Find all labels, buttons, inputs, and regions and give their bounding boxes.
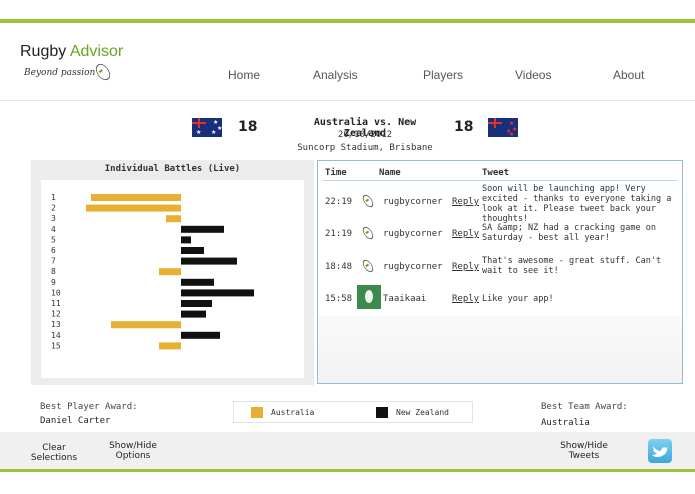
bar-new-zealand-14[interactable] [181,331,220,339]
legend-label-new-zealand: New Zealand [396,408,449,417]
tweet-text: Soon will be launching app! Very excited… [482,184,672,224]
tweets-header-tweet: Tweet [482,168,510,178]
tick-label-player-8: 8 [51,267,56,276]
tweet-time: 18:48 [325,262,353,272]
tick-label-player-10: 10 [51,288,61,297]
nav-videos[interactable]: Videos [515,68,551,82]
battles-panel: Individual Battles (Live) 1 2 3 4 5 6 7 8 9 10 11 1… [31,160,314,385]
rugby-ball-icon [360,258,376,274]
tweet-text: That's awesome - great stuff. Can't wait… [482,256,662,276]
bar-new-zealand-4[interactable] [181,225,224,233]
best-team-label: Best Team Award: [541,402,628,412]
tweets-panel: Time Name Tweet 22:19 rugbycorner Reply … [317,160,683,384]
nav-home[interactable]: Home [228,68,260,82]
brand-name-second: Advisor [69,43,124,60]
show-hide-options-label: Show/Hide [109,441,157,451]
tweet-author[interactable]: rugbycorner [383,197,443,207]
tick-label-player-15: 15 [51,341,61,350]
bar-new-zealand-10[interactable] [181,289,254,297]
tick-label-player-12: 12 [51,310,61,319]
tweet-author[interactable]: rugbycorner [383,229,443,239]
bar-new-zealand-7[interactable] [181,257,237,265]
tweet-time: 21:19 [325,229,353,239]
tweet-text: Like your app! [482,294,554,304]
australia-flag-icon: ★ ★ ★ ★ [192,118,222,137]
chart-legend: Australia New Zealand [233,401,473,423]
best-player-value: Daniel Carter [40,416,111,426]
legend-swatch-australia [251,407,263,418]
bar-australia-3[interactable] [166,215,181,223]
legend-label-australia: Australia [271,408,315,417]
tweet-text: SA &amp; NZ had a cracking game on Satur… [482,223,656,243]
bar-new-zealand-5[interactable] [181,236,191,244]
match-date: 20/10/2012 [337,130,393,140]
tick-label-player-11: 11 [51,299,61,308]
show-hide-options-button[interactable]: Show/Hide Options [103,441,163,461]
clear-selections-button[interactable]: Clear Selections [26,443,82,463]
bar-australia-8[interactable] [159,268,181,276]
show-hide-options-label-2: Options [115,451,151,461]
bar-australia-2[interactable] [86,204,181,212]
footer-accent-bar [0,469,695,472]
bar-new-zealand-12[interactable] [181,310,206,318]
tweet-time: 22:19 [325,197,353,207]
show-hide-tweets-label: Show/Hide [560,441,608,451]
tweet-author[interactable]: rugbycorner [383,262,443,272]
bar-new-zealand-9[interactable] [181,278,214,286]
tick-label-player-2: 2 [51,204,56,213]
rugby-ball-icon [360,225,376,241]
battles-title: Individual Battles (Live) [104,164,241,174]
tick-label-player-9: 9 [51,278,56,287]
brand-name-first: Rugby [20,43,67,60]
bar-new-zealand-11[interactable] [181,300,212,307]
tick-label-player-6: 6 [51,246,56,255]
tick-label-player-7: 7 [51,257,56,266]
reply-link[interactable]: Reply [452,262,479,272]
reply-link[interactable]: Reply [452,229,479,239]
tweet-author[interactable]: Taaikaai [383,294,426,304]
clear-selections-label-2: Selections [30,453,78,463]
nav-analysis[interactable]: Analysis [313,68,358,82]
reply-link[interactable]: Reply [452,294,479,304]
bar-new-zealand-6[interactable] [181,247,204,254]
brand-logo[interactable]: Rugby Advisor [20,43,123,61]
show-hide-tweets-button[interactable]: Show/Hide Tweets [554,441,614,461]
legend-swatch-new-zealand [376,407,388,418]
bar-australia-15[interactable] [159,342,181,350]
battles-chart-svg: 123456789101112131415 [51,193,254,350]
tick-label-player-13: 13 [51,320,61,329]
nav-about[interactable]: About [613,68,644,82]
tick-label-player-5: 5 [51,235,56,244]
bar-australia-13[interactable] [111,321,181,329]
rugby-ball-icon [93,61,113,83]
tick-label-player-3: 3 [51,214,56,223]
new-zealand-flag-icon: ★ ★ ★ ★ [488,118,518,137]
tweets-header-time: Time [325,168,347,178]
rugby-ball-icon [360,193,376,209]
battles-chart: 1 2 3 4 5 6 7 8 9 10 11 12 13 14 15 [41,180,304,378]
best-team-value: Australia [541,418,590,428]
reply-link[interactable]: Reply [452,197,479,207]
best-player-label: Best Player Award: [40,402,138,412]
bar-australia-1[interactable] [91,194,181,201]
nav-players[interactable]: Players [423,68,463,82]
home-score: 18 [238,119,258,135]
away-score: 18 [454,119,474,135]
tick-label-player-1: 1 [51,193,56,202]
tick-label-player-4: 4 [51,225,56,234]
show-hide-tweets-label-2: Tweets [568,451,600,461]
tweet-time: 15:58 [325,294,353,304]
twitter-icon[interactable] [648,439,672,463]
tick-label-player-14: 14 [51,331,61,340]
tweets-header-name: Name [379,168,401,178]
header: Rugby Advisor Beyond passion [0,23,695,101]
user-avatar-icon [357,285,381,309]
match-venue: Suncorp Stadium, Brisbane [297,143,433,153]
clear-selections-label: Clear [42,443,66,453]
brand-tagline: Beyond passion [24,68,96,78]
